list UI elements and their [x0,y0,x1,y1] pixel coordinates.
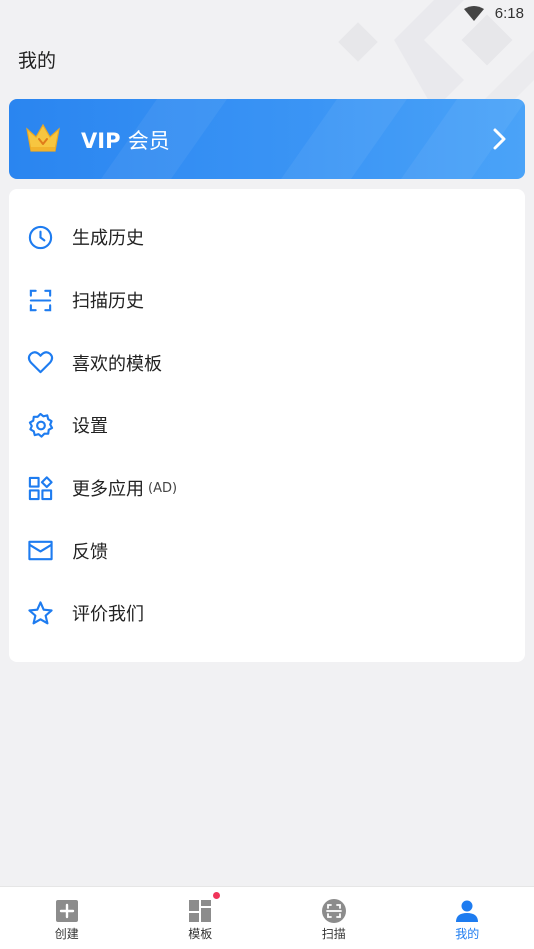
tab-label: 模板 [188,927,213,941]
template-icon [189,900,212,922]
tab-label: 扫描 [321,927,346,941]
plus-square-icon [55,900,78,922]
tab-create[interactable]: 创建 [0,887,134,949]
menu-item-label: 反馈 [72,541,108,563]
menu-item-rate-us[interactable]: 评价我们 [9,582,525,645]
menu-item-favorite-templates[interactable]: 喜欢的模板 [9,331,525,394]
menu-list: 生成历史 扫描历史 喜欢的模板 设置 更多应用 (AD) 反馈 评价我们 [9,189,525,662]
chevron-right-icon [493,128,506,150]
menu-item-label: 更多应用 [72,479,144,501]
vip-label: VIP 会员 [81,129,170,153]
menu-item-feedback[interactable]: 反馈 [9,519,525,582]
person-icon [456,900,479,922]
menu-item-label: 评价我们 [72,604,144,626]
menu-item-label: 设置 [72,416,108,438]
tab-label: 我的 [455,927,480,941]
ad-tag: (AD) [148,480,178,496]
scan-icon [321,899,346,923]
tab-scan[interactable]: 扫描 [267,887,401,949]
menu-item-settings[interactable]: 设置 [9,394,525,457]
menu-item-label: 扫描历史 [72,291,144,313]
heart-icon [27,349,54,376]
tab-label: 创建 [54,927,79,941]
notification-dot [213,892,221,899]
mail-icon [27,537,54,564]
bottom-nav: 创建 模板 扫描 我的 [0,886,534,949]
vip-banner[interactable]: VIP 会员 [9,99,525,179]
page-title: 我的 [18,50,57,72]
menu-item-more-apps[interactable]: 更多应用 (AD) [9,457,525,520]
menu-item-label: 喜欢的模板 [72,353,162,375]
tab-mine[interactable]: 我的 [401,887,534,949]
menu-item-scan-history[interactable]: 扫描历史 [9,269,525,332]
clock-icon [27,224,54,251]
menu-item-label: 生成历史 [72,228,144,250]
scan-frame-icon [27,287,54,314]
tab-templates[interactable]: 模板 [134,887,268,949]
crown-icon [26,123,60,152]
background-decoration [338,0,534,110]
gear-icon [27,412,54,439]
apps-grid-icon [27,475,54,502]
menu-item-generate-history[interactable]: 生成历史 [9,206,525,269]
star-icon [27,600,54,627]
